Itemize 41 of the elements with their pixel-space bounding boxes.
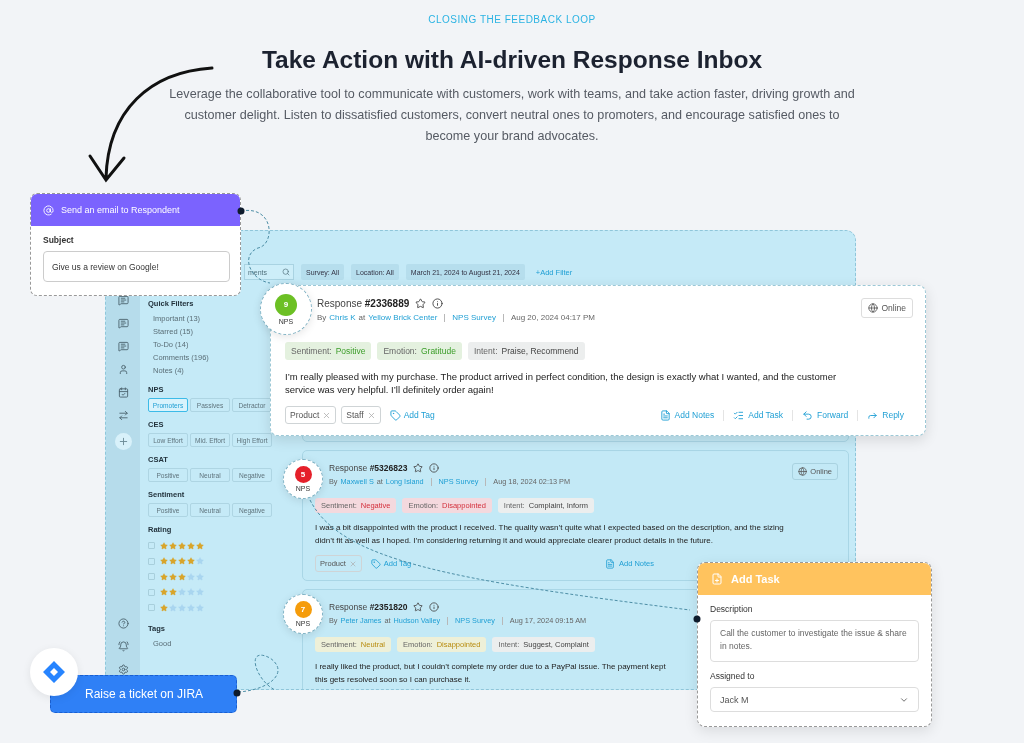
action-link[interactable]: Forward [792,409,858,421]
field-label: Assigned to [710,671,756,681]
field-label: Description [710,604,754,614]
tag-chip[interactable]: Staff [341,406,381,424]
eyebrow-text: CLOSING THE FEEDBACK LOOP [428,14,596,25]
survey-link[interactable]: NPS Survey [452,313,496,322]
insight-label: Sentiment: [291,346,332,356]
byline-text: at [358,313,366,322]
insight-label: Emotion: [383,346,417,356]
response-title: Response #5326823 [329,463,408,473]
score-dot: 9 [275,293,297,316]
action-link[interactable]: Reply [857,409,913,421]
jira-button[interactable]: Raise a ticket on JIRA [50,675,237,713]
description-text: Leverage the collaborative tool to communicate with customers, work with teams, and take action faster, driving growth and customer delight. Listen to dissatisfied customers, convert neutral ones to promoters, and encourage satisfied ones to become your brand advocates. [168,86,856,145]
page-title: Take Action with AI-driven Response Inbox [261,46,763,74]
add-tag-link[interactable]: Add Tag [389,409,435,421]
response-text: I was a bit disappointed with the product I received. The quality wasn’t quite what I expected based on the description, and the sizing didn’t fit as well as I hoped. I’m considering returning it and would appreciate clearer product details in the future. [315,522,784,547]
action-link[interactable]: Add Notes [650,409,724,421]
score-dot: 5 [294,466,312,483]
response-title: Response #2336889 [317,298,410,309]
description-field[interactable]: Call the customer to investigate the issue & share in notes. [710,620,919,662]
channel-badge: Online [861,298,913,318]
date-text: Aug 20, 2024 04:17 PM [510,313,595,322]
action-link[interactable]: Add Task [723,409,793,421]
insight-label: Intent: [473,346,498,356]
insight-value: Positive [335,346,366,356]
byline-text: By [317,313,327,322]
response-title: Response #2351820 [329,602,408,612]
insight-value: Praise, Recommend [501,346,579,356]
card-title: Send an email to Respondent [61,205,180,215]
score-dot: 7 [294,601,312,618]
field-label: Subject [43,235,75,245]
card-title: Add Task [731,573,780,585]
author-link[interactable]: Chris K [329,313,356,322]
response-text: I really liked the product, but I couldn’t complete my order due to a PayPal issue. The payment kept this gets resolved soon so I can purchase it. [315,661,666,686]
insight-value: Gratitude [420,346,456,356]
assignee-select[interactable]: Jack M [710,687,919,712]
tag-chip[interactable]: Product [285,406,337,424]
response-text: I’m really pleased with my purchase. The product arrived in perfect condition, the design is exactly what I wanted, and the customer service was very helpful. I’ll definitely order again! [285,370,837,396]
location-link[interactable]: Yellow Brick Center [368,313,438,322]
subject-field[interactable]: Give us a review on Google! [43,251,230,282]
